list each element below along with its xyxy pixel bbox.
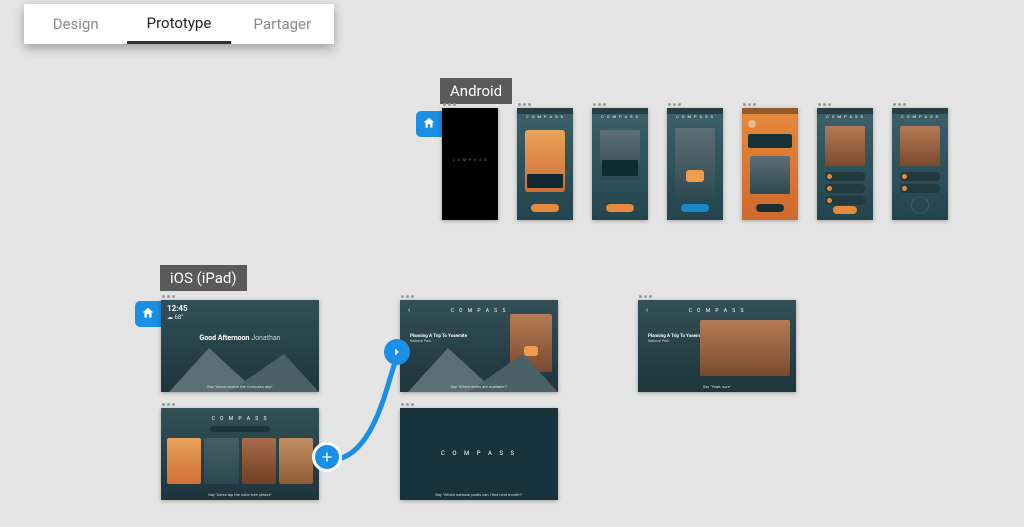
artboard-android-5[interactable] xyxy=(742,101,798,220)
tablet-brand: C O M P A S S xyxy=(638,308,796,314)
phone-brand: C O M P A S S xyxy=(892,114,948,119)
artboard-android-6[interactable]: C O M P A S S xyxy=(817,101,873,220)
artboard-ipad-blank[interactable]: C O M P A S S Say "Which national parks … xyxy=(400,401,558,500)
artboard-dots xyxy=(742,101,798,108)
clock-time: 12:45 xyxy=(167,304,188,313)
tab-design[interactable]: Design xyxy=(24,4,127,44)
artboard-dots xyxy=(892,101,948,108)
voice-hint: Say "Alexa, launch the Compass app" xyxy=(161,384,319,389)
artboard-ipad-cards[interactable]: C O M P A S S Say "Alexa tap the color t… xyxy=(161,401,319,500)
wire-origin-add[interactable] xyxy=(312,442,342,472)
phone-brand: C O M P A S S xyxy=(667,114,723,119)
tab-prototype[interactable]: Prototype xyxy=(127,4,230,44)
tab-share[interactable]: Partager xyxy=(231,4,334,44)
wire-destination-arrow[interactable] xyxy=(384,339,410,365)
home-icon xyxy=(422,115,436,134)
artboard-dots xyxy=(400,293,558,300)
phone-brand: C O M P A S S xyxy=(817,114,873,119)
home-icon xyxy=(141,305,155,324)
section-label-ios: iOS (iPad) xyxy=(160,265,247,291)
splash-brand: C O M P A S S xyxy=(442,158,498,162)
artboard-dots xyxy=(161,401,319,408)
weather-temp: ☁ 68° xyxy=(167,314,184,321)
tablet-brand: C O M P A S S xyxy=(161,416,319,422)
artboard-ipad-home[interactable]: 12:45 ☁ 68° Good Afternoon Jonathan Say … xyxy=(161,293,319,392)
carousel xyxy=(167,438,313,484)
artboard-android-3[interactable]: C O M P A S S xyxy=(592,101,648,220)
voice-hint: Say "Yeah, sure" xyxy=(638,384,796,389)
artboard-android-4[interactable]: C O M P A S S xyxy=(667,101,723,220)
voice-hint: Say "Alexa tap the color tree please" xyxy=(161,492,319,497)
artboard-dots xyxy=(400,401,558,408)
plan-sub: National Park. xyxy=(410,339,467,343)
artboard-dots xyxy=(592,101,648,108)
phone-brand: C O M P A S S xyxy=(517,114,573,119)
voice-hint: Say "Which dates are available?" xyxy=(400,384,558,389)
voice-hint: Say "Which national parks can I find nex… xyxy=(400,492,558,497)
artboard-ipad-plan[interactable]: ‹ C O M P A S S Planning A Trip To Yosem… xyxy=(400,293,558,392)
tablet-brand: C O M P A S S xyxy=(400,450,558,457)
greeting-strong: Good Afternoon xyxy=(199,334,249,342)
plan-sub: National Park. xyxy=(648,339,705,343)
artboard-android-2[interactable]: C O M P A S S xyxy=(517,101,573,220)
phone-brand: C O M P A S S xyxy=(592,114,648,119)
home-flag-android[interactable] xyxy=(416,111,442,137)
artboard-dots xyxy=(442,101,498,108)
artboard-android-7[interactable]: C O M P A S S xyxy=(892,101,948,220)
greeting-name: Jonathan xyxy=(251,334,280,342)
artboard-dots xyxy=(161,293,319,300)
artboard-dots xyxy=(517,101,573,108)
artboard-ipad-detail[interactable]: ‹ C O M P A S S Planning A Trip To Yosem… xyxy=(638,293,796,392)
mode-tabs: Design Prototype Partager xyxy=(24,4,334,44)
home-flag-ios[interactable] xyxy=(135,301,161,327)
artboard-dots xyxy=(667,101,723,108)
artboard-android-1[interactable]: C O M P A S S xyxy=(442,101,498,220)
artboard-dots xyxy=(817,101,873,108)
artboard-dots xyxy=(638,293,796,300)
